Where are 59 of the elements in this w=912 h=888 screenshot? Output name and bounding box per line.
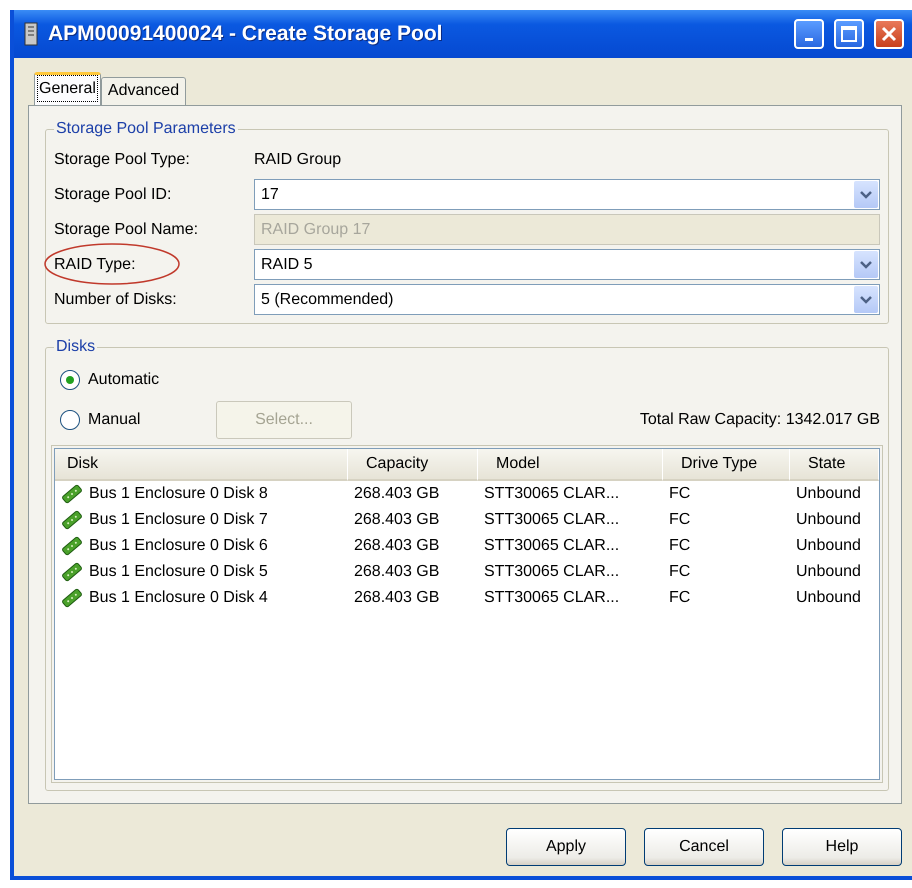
column-header[interactable]: Capacity	[348, 449, 478, 481]
column-header[interactable]: Disk	[55, 449, 348, 481]
group-title: Storage Pool Parameters	[55, 120, 237, 138]
table-cell: 268.403 GB	[354, 589, 440, 607]
table-cell: Bus 1 Enclosure 0 Disk 8	[89, 485, 268, 503]
table-cell: STT30065 CLAR...	[484, 485, 620, 503]
table-cell: STT30065 CLAR...	[484, 563, 620, 581]
table-cell: Unbound	[796, 537, 861, 555]
radio-button[interactable]	[60, 410, 80, 430]
table-cell: FC	[669, 563, 690, 581]
field-label: Storage Pool Type:	[54, 150, 191, 168]
table-cell: Bus 1 Enclosure 0 Disk 7	[89, 511, 268, 529]
radio-button[interactable]	[60, 370, 80, 390]
minimize-button[interactable]	[794, 19, 824, 49]
table-cell: 268.403 GB	[354, 485, 440, 503]
table-cell: FC	[669, 485, 690, 503]
field-value: RAID Group	[254, 150, 342, 168]
table-cell: Unbound	[796, 485, 861, 503]
radio-label: Manual	[88, 411, 142, 429]
column-header[interactable]: Model	[478, 449, 663, 481]
dropdown-field[interactable]: RAID 5	[254, 249, 880, 280]
maximize-button[interactable]	[834, 19, 864, 49]
dialog-button[interactable]: Help	[782, 828, 902, 866]
close-icon	[881, 26, 897, 42]
table-cell: Unbound	[796, 511, 861, 529]
table-cell: 268.403 GB	[354, 563, 440, 581]
table-cell: FC	[669, 589, 690, 607]
table-cell: Bus 1 Enclosure 0 Disk 6	[89, 537, 268, 555]
table-cell: Unbound	[796, 563, 861, 581]
maximize-icon	[841, 26, 857, 42]
minimize-icon	[805, 38, 813, 40]
field-label: Storage Pool ID:	[54, 186, 172, 204]
radio-label: Automatic	[88, 371, 160, 389]
field-label: Number of Disks:	[54, 290, 178, 308]
table-cell: FC	[669, 511, 690, 529]
table-cell: 268.403 GB	[354, 511, 440, 529]
column-header[interactable]: State	[790, 449, 879, 481]
server-icon	[24, 22, 38, 46]
table-cell: STT30065 CLAR...	[484, 589, 620, 607]
table-cell: STT30065 CLAR...	[484, 537, 620, 555]
tab[interactable]: Advanced	[100, 77, 186, 105]
tab[interactable]: General	[34, 72, 101, 105]
column-header[interactable]: Drive Type	[663, 449, 790, 481]
total-capacity: Total Raw Capacity: 1342.017 GB	[640, 411, 880, 429]
group-title: Disks	[55, 338, 96, 356]
field-label: RAID Type:	[54, 256, 137, 274]
dropdown-field[interactable]: 17	[254, 179, 880, 210]
dialog-button[interactable]: Apply	[506, 828, 626, 866]
table-cell: Unbound	[796, 589, 861, 607]
close-button[interactable]	[874, 19, 904, 49]
dialog-button[interactable]: Cancel	[644, 828, 764, 866]
dropdown-field[interactable]: 5 (Recommended)	[254, 284, 880, 315]
table-cell: 268.403 GB	[354, 537, 440, 555]
table-cell: Bus 1 Enclosure 0 Disk 5	[89, 563, 268, 581]
table-cell: Bus 1 Enclosure 0 Disk 4	[89, 589, 268, 607]
table-cell: FC	[669, 537, 690, 555]
window-title: APM00091400024 - Create Storage Pool	[48, 22, 444, 46]
field-label: Storage Pool Name:	[54, 220, 200, 238]
table-cell: STT30065 CLAR...	[484, 511, 620, 529]
